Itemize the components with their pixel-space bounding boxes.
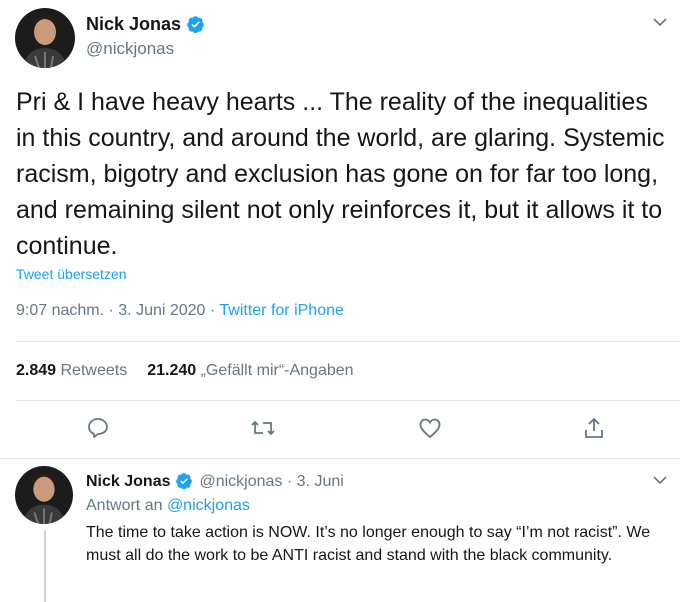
divider: [0, 458, 680, 459]
retweets-count: 2.849: [16, 362, 57, 379]
retweets-label: Retweets: [60, 362, 128, 379]
likes-stat[interactable]: 21.240 „Gefällt mir“-Angaben: [147, 362, 353, 380]
tweet-meta: 9:07 nachm. · 3. Juni 2020 · Twitter for…: [16, 302, 344, 320]
tweet-text: Pri & I have heavy hearts ... The realit…: [16, 88, 665, 260]
divider: [16, 400, 680, 401]
like-icon[interactable]: [418, 416, 444, 442]
translate-tweet-link[interactable]: Tweet übersetzen: [16, 266, 127, 282]
retweet-icon[interactable]: [250, 416, 276, 442]
divider: [16, 341, 680, 342]
retweets-stat[interactable]: 2.849 Retweets: [16, 362, 127, 380]
reply-text: The time to take action is NOW. It’s no …: [86, 524, 651, 564]
avatar[interactable]: [15, 466, 73, 524]
likes-label: „Gefällt mir“-Angaben: [200, 362, 354, 379]
reply-handle-date[interactable]: @nickjonas · 3. Juni: [199, 473, 343, 491]
tweet-timestamp[interactable]: 9:07 nachm. · 3. Juni 2020 ·: [16, 302, 219, 319]
author-row: Nick Jonas: [86, 14, 205, 35]
author-name[interactable]: Nick Jonas: [86, 14, 181, 35]
reply-author-name[interactable]: Nick Jonas: [86, 473, 170, 491]
verified-badge-icon: [186, 15, 205, 34]
reply-author-row: Nick Jonas @nickjonas · 3. Juni: [86, 472, 344, 491]
share-icon[interactable]: [582, 416, 608, 442]
verified-badge-icon: [175, 472, 194, 491]
reply-to-line: Antwort an @nickjonas: [86, 497, 250, 515]
chevron-down-icon[interactable]: [652, 472, 668, 488]
author-handle[interactable]: @nickjonas: [86, 39, 174, 59]
chevron-down-icon[interactable]: [652, 14, 668, 30]
reply-icon[interactable]: [86, 416, 112, 442]
action-bar: [0, 416, 680, 444]
reply-to-mention[interactable]: @nickjonas: [167, 497, 250, 514]
avatar[interactable]: [15, 8, 75, 68]
likes-count: 21.240: [147, 362, 197, 379]
reply-to-label: Antwort an: [86, 497, 167, 514]
thread-line: [44, 530, 46, 602]
tweet-source-link[interactable]: Twitter for iPhone: [219, 302, 344, 319]
tweet-stats: 2.849 Retweets 21.240 „Gefällt mir“-Anga…: [16, 362, 354, 380]
